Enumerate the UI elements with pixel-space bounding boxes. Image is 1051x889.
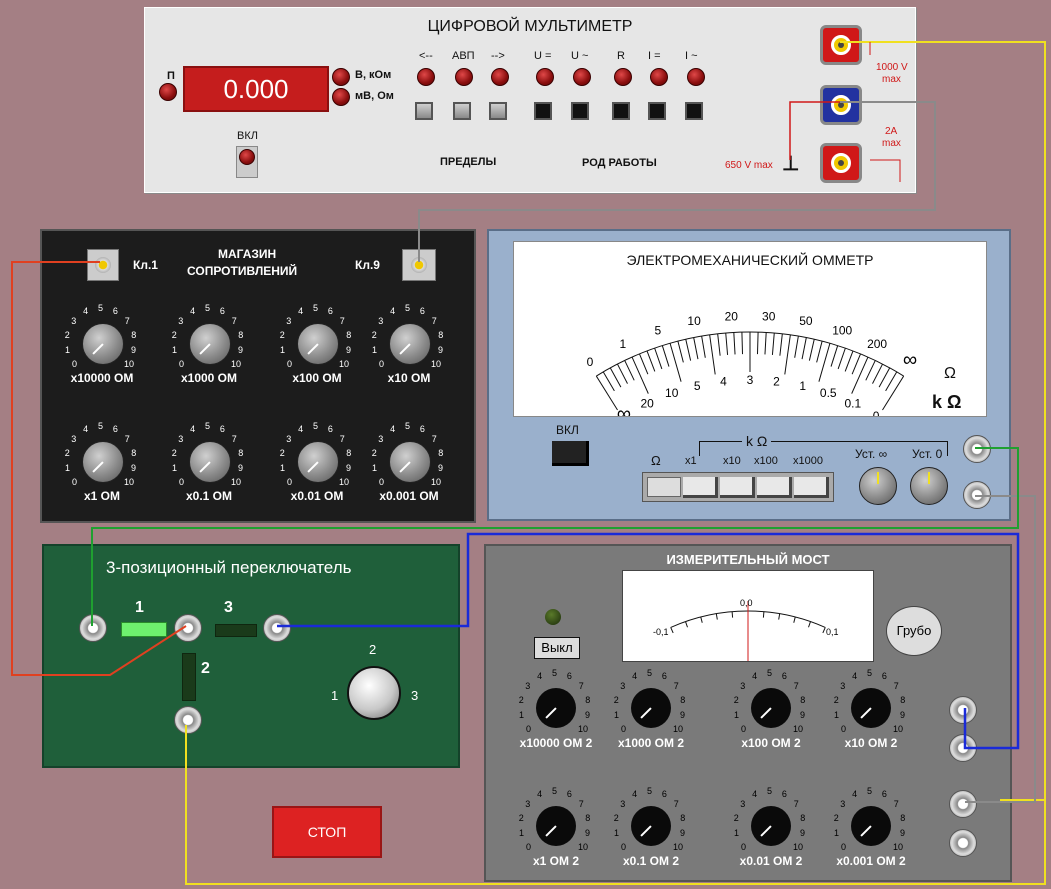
wire-layer: [11, 41, 1046, 885]
wire-gray-top: [418, 101, 936, 262]
wire-yellow-bottom: [185, 725, 1046, 885]
wire-yellow: [840, 41, 1046, 801]
wire-gray-right: [965, 495, 1036, 803]
wire-red-marker-3: [870, 159, 901, 182]
wire-green: [91, 447, 1019, 626]
wire-red: [11, 261, 187, 676]
wire-blue: [277, 532, 1020, 750]
wire-red-marker-1: [789, 101, 840, 160]
